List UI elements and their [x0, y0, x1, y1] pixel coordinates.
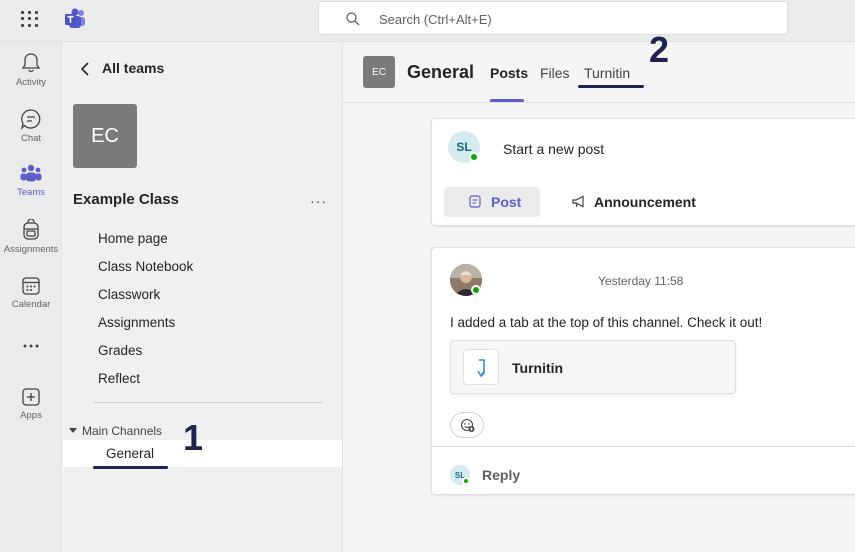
nav-link-class-notebook[interactable]: Class Notebook — [98, 259, 193, 274]
active-tab-indicator — [490, 99, 524, 102]
rail-item-label: Calendar — [11, 299, 51, 310]
all-teams-label: All teams — [102, 60, 165, 76]
channels-header-label: Main Channels — [82, 424, 163, 438]
tab-files[interactable]: Files — [540, 65, 570, 81]
search-placeholder: Search (Ctrl+Alt+E) — [379, 12, 492, 27]
new-post-card: SL Start a new post Post Announcement — [431, 118, 855, 226]
presence-available-icon — [471, 285, 481, 295]
announcement-label: Announcement — [594, 194, 696, 210]
rail-item-calendar[interactable]: Calendar — [0, 276, 62, 326]
presence-available-icon — [462, 477, 470, 485]
app-rail: Activity Chat Teams Assignments Calendar… — [0, 42, 62, 552]
annotation-number-2: 2 — [649, 29, 670, 70]
chat-icon — [20, 109, 41, 130]
reply-button[interactable]: Reply — [482, 467, 520, 483]
rail-item-apps[interactable]: Apps — [0, 387, 62, 437]
announcement-button[interactable]: Announcement — [568, 187, 708, 217]
start-new-post[interactable]: Start a new post — [503, 141, 604, 157]
rail-item-teams[interactable]: Teams — [0, 164, 62, 214]
emoji-add-icon — [460, 418, 475, 432]
rail-item-label: Teams — [17, 187, 45, 198]
rail-item-label: Assignments — [3, 244, 59, 255]
rail-item-label: Apps — [20, 410, 42, 421]
calendar-icon — [22, 277, 40, 295]
rail-item-activity[interactable]: Activity — [0, 52, 62, 102]
turnitin-app-icon — [463, 349, 499, 385]
caret-down-icon — [69, 428, 77, 433]
search-icon — [346, 12, 360, 26]
posts-feed: SL Start a new post Post Announcement Ye… — [343, 103, 855, 552]
nav-link-assignments[interactable]: Assignments — [98, 315, 175, 330]
message-timestamp: Yesterday 11:58 — [598, 274, 684, 288]
message-card: Yesterday 11:58 I added a tab at the top… — [431, 247, 855, 495]
rail-item-more[interactable] — [0, 340, 62, 360]
chevron-left-icon — [80, 62, 89, 76]
backpack-icon — [23, 219, 39, 240]
top-bar: Search (Ctrl+Alt+E) — [0, 0, 855, 42]
more-options-icon[interactable]: ··· — [310, 193, 327, 209]
more-icon — [23, 344, 39, 348]
megaphone-icon — [572, 195, 584, 208]
rail-item-label: Chat — [20, 133, 42, 144]
bell-icon — [21, 53, 41, 73]
add-apps-icon — [22, 388, 40, 406]
channel-label: General — [106, 446, 155, 461]
rail-item-chat[interactable]: Chat — [0, 108, 62, 158]
divider — [432, 446, 855, 447]
post-button[interactable]: Post — [444, 187, 540, 217]
divider — [93, 402, 323, 403]
annotation-number-1: 1 — [183, 417, 204, 458]
channels-section-header[interactable]: Main Channels — [69, 424, 162, 438]
add-reaction-button[interactable] — [450, 412, 484, 438]
tab-turnitin[interactable]: Turnitin — [584, 65, 630, 81]
turnitin-tab-card[interactable]: Turnitin — [450, 340, 736, 394]
tab-card-label: Turnitin — [512, 360, 564, 376]
nav-link-classwork[interactable]: Classwork — [98, 287, 160, 302]
channel-header: EC General Posts Files Turnitin 2 — [343, 32, 855, 103]
app-launcher-icon[interactable] — [19, 9, 39, 29]
post-button-label: Post — [491, 194, 522, 210]
rail-item-assignments[interactable]: Assignments — [0, 219, 62, 269]
presence-available-icon — [469, 152, 479, 162]
message-body: I added a tab at the top of this channel… — [450, 315, 763, 330]
team-pane: All teams EC Example Class ··· Home page… — [63, 42, 343, 552]
channel-team-avatar: EC — [363, 56, 395, 88]
nav-link-home-page[interactable]: Home page — [98, 231, 168, 246]
nav-link-reflect[interactable]: Reflect — [98, 371, 140, 386]
teams-icon — [20, 164, 42, 182]
channel-title: General — [407, 62, 475, 82]
annotation-underline-general — [93, 466, 168, 469]
nav-link-grades[interactable]: Grades — [98, 343, 142, 358]
tab-posts[interactable]: Posts — [490, 65, 528, 81]
rail-item-label: Activity — [15, 77, 47, 88]
annotation-underline-turnitin — [578, 85, 644, 88]
compose-icon — [469, 195, 481, 208]
team-avatar: EC — [73, 104, 137, 168]
team-name: Example Class — [73, 191, 179, 208]
search-bar[interactable]: Search (Ctrl+Alt+E) — [318, 1, 788, 35]
teams-logo-icon — [65, 8, 85, 28]
